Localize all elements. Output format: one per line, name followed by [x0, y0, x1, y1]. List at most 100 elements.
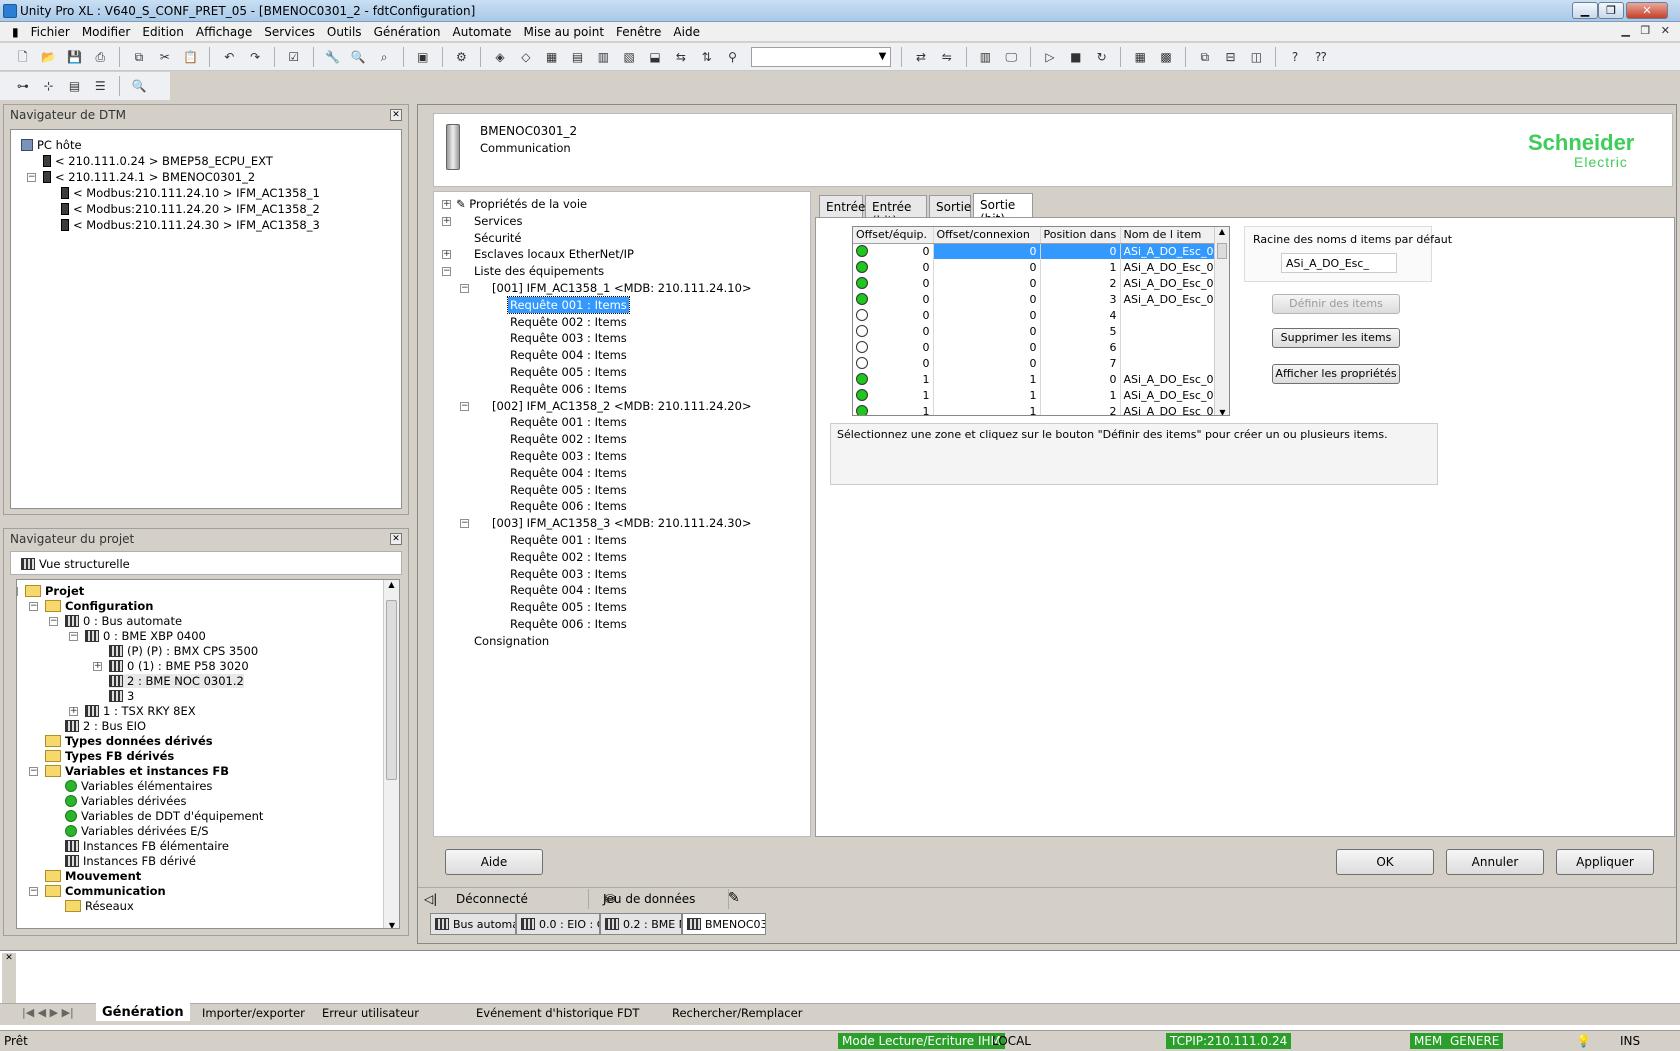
menu-0[interactable]: Fichier: [25, 22, 76, 42]
analyze-icon[interactable]: 🔧: [322, 47, 342, 67]
config-node[interactable]: Liste des équipements: [472, 263, 606, 279]
document-tab[interactable]: Bus automate: [430, 913, 516, 935]
project-node[interactable]: Variables dérivées E/S: [65, 824, 209, 838]
window-cascade-icon[interactable]: ⧉: [1195, 47, 1215, 67]
menu-6[interactable]: Génération: [368, 22, 447, 42]
grid-row[interactable]: 007: [853, 355, 1216, 371]
project-node[interactable]: Variables de DDT d'équipement: [65, 809, 263, 823]
network-icon[interactable]: ⊹: [39, 76, 59, 96]
project-node[interactable]: 0 : BME XBP 0400: [85, 629, 206, 643]
project-node[interactable]: 2 : Bus EIO: [65, 719, 146, 733]
document-tab[interactable]: 0.2 : BME N...: [600, 913, 682, 935]
config-expander[interactable]: −: [460, 519, 469, 529]
menu-3[interactable]: Affichage: [190, 22, 258, 42]
output-tab[interactable]: Importer/exporter: [196, 1004, 311, 1022]
config-node[interactable]: Requête 006 : Items: [508, 616, 629, 632]
config-node[interactable]: Requête 001 : Items: [507, 295, 630, 314]
col-offset-conn[interactable]: Offset/connexion: [933, 227, 1041, 244]
config-expander[interactable]: +: [442, 216, 451, 226]
config-node[interactable]: Sécurité: [472, 230, 524, 246]
grid-row[interactable]: 006: [853, 339, 1216, 355]
grid-row[interactable]: 003ASi_A_DO_Esc_01_: [853, 291, 1216, 307]
menu-10[interactable]: Aide: [667, 22, 706, 42]
tool-b-icon[interactable]: ◇: [516, 47, 536, 67]
tool-d-icon[interactable]: ▤: [568, 47, 588, 67]
menu-2[interactable]: Edition: [136, 22, 190, 42]
project-node[interactable]: Communication: [45, 884, 166, 898]
config-node[interactable]: Requête 004 : Items: [508, 582, 629, 598]
config-node[interactable]: Requête 004 : Items: [508, 347, 629, 363]
project-scrollbar[interactable]: ▲ ▼: [383, 580, 399, 928]
list-icon[interactable]: ☰: [90, 76, 110, 96]
col-item-name[interactable]: Nom de l item: [1120, 227, 1216, 244]
config-expander[interactable]: −: [442, 267, 451, 277]
project-node[interactable]: Réseaux: [65, 899, 134, 913]
paste-icon[interactable]: 📋: [181, 47, 201, 67]
tab-0[interactable]: Entrée: [819, 195, 865, 217]
delete-items-button[interactable]: Supprimer les items: [1272, 328, 1400, 348]
col-position[interactable]: Position dans l o: [1040, 227, 1121, 244]
grid-row[interactable]: 004: [853, 307, 1216, 323]
project-node[interactable]: (P) (P) : BMX CPS 3500: [109, 644, 258, 658]
build-icon[interactable]: ⚙: [451, 47, 471, 67]
validate-icon[interactable]: ☑: [284, 47, 304, 67]
tool-c-icon[interactable]: ▦: [542, 47, 562, 67]
rack-icon[interactable]: ▥: [975, 47, 995, 67]
tab-nav-arrows[interactable]: |◀ ◀ ▶ ▶|: [22, 1006, 74, 1019]
dtm-node-ifm3[interactable]: < Modbus:210.111.24.30 > IFM_AC1358_3: [61, 218, 320, 232]
find-icon[interactable]: 🔍: [348, 47, 368, 67]
project-node[interactable]: Mouvement: [45, 869, 141, 883]
config-node[interactable]: [003] IFM_AC1358_3 <MDB: 210.111.24.30>: [490, 515, 754, 531]
tool-g-icon[interactable]: ⬓: [645, 47, 665, 67]
tree-icon[interactable]: ⊶: [13, 76, 33, 96]
grid-scrollbar[interactable]: ▲ ▼: [1214, 227, 1229, 415]
dtm-expander[interactable]: −: [27, 173, 36, 182]
project-node[interactable]: 2 : BME NOC 0301.2: [109, 674, 244, 688]
cut-icon[interactable]: ✂: [155, 47, 175, 67]
close-button[interactable]: ✕: [1626, 2, 1668, 19]
copy-icon[interactable]: ⧉: [129, 47, 149, 67]
config-expander[interactable]: +: [442, 250, 451, 260]
dtm-node-host[interactable]: PC hôte: [21, 138, 82, 152]
project-node[interactable]: Variables dérivées: [65, 794, 186, 808]
maximize-button[interactable]: ❐: [1598, 2, 1624, 19]
dtm-close-icon[interactable]: ✕: [390, 109, 402, 121]
project-node[interactable]: Variables élémentaires: [65, 779, 212, 793]
help-icon[interactable]: ?: [1285, 47, 1305, 67]
grid-row[interactable]: 110ASi_A_DO_Esc_02_: [853, 371, 1216, 387]
config-expander[interactable]: −: [460, 284, 469, 293]
config-expander[interactable]: +: [442, 200, 451, 209]
document-tab[interactable]: 0.0 : EIO : C...: [516, 913, 600, 935]
project-node[interactable]: Configuration: [45, 599, 153, 613]
project-node[interactable]: Types données dérivés: [45, 734, 213, 748]
dtm-node-ifm2[interactable]: < Modbus:210.111.24.20 > IFM_AC1358_2: [61, 202, 320, 216]
dtm-node-ifm1[interactable]: < Modbus:210.111.24.10 > IFM_AC1358_1: [61, 186, 320, 200]
output-tab[interactable]: Rechercher/Remplacer: [666, 1004, 808, 1022]
output-tab[interactable]: Evénement d'historique FDT: [470, 1004, 645, 1022]
config-node[interactable]: ✎ Propriétés de la voie: [454, 196, 589, 212]
tab-3[interactable]: Sortie (bit): [973, 193, 1033, 226]
config-node[interactable]: Requête 003 : Items: [508, 330, 629, 346]
config-expander[interactable]: −: [460, 401, 469, 411]
window-tile-h-icon[interactable]: ⊟: [1221, 47, 1241, 67]
tab-2[interactable]: Sortie: [929, 195, 971, 217]
document-tab[interactable]: BMENOC03...: [682, 913, 766, 935]
transfer-icon[interactable]: ⇋: [937, 47, 957, 67]
mdi-controls[interactable]: ▁ ❐ ✕: [1621, 24, 1670, 37]
config-node[interactable]: Requête 002 : Items: [508, 314, 629, 330]
grid-icon[interactable]: ▤: [64, 76, 84, 96]
grid-row[interactable]: 002ASi_A_DO_Esc_01_: [853, 275, 1216, 291]
config-node[interactable]: Requête 002 : Items: [508, 549, 629, 565]
project-node[interactable]: 0 (1) : BME P58 3020: [109, 659, 249, 673]
output-tab[interactable]: Génération: [96, 1003, 190, 1021]
config-node[interactable]: Requête 006 : Items: [508, 498, 629, 514]
toolbar-combo[interactable]: ▼: [751, 47, 892, 67]
tool-a-icon[interactable]: ◈: [490, 47, 510, 67]
grid-row[interactable]: 111ASi_A_DO_Esc_02_: [853, 387, 1216, 403]
save-icon[interactable]: 💾: [64, 47, 84, 67]
config-node[interactable]: Requête 003 : Items: [508, 448, 629, 464]
grid-row[interactable]: 000ASi_A_DO_Esc_01_: [853, 243, 1216, 259]
config-node[interactable]: Requête 005 : Items: [508, 364, 629, 380]
print-icon[interactable]: ⎙: [90, 47, 110, 67]
help-button[interactable]: Aide: [445, 849, 543, 875]
